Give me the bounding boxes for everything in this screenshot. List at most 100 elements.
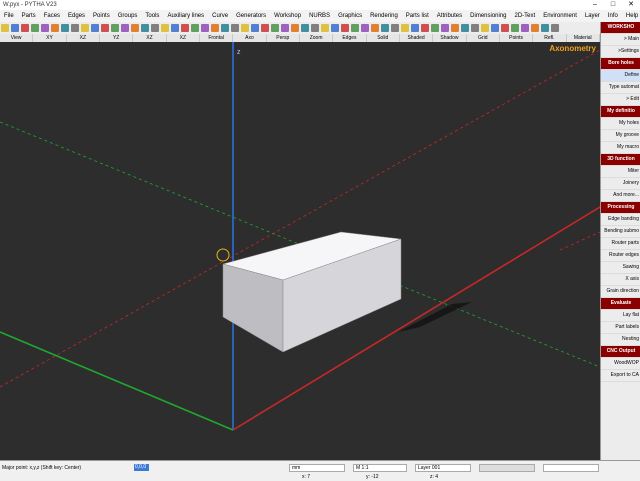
- toolbar-tool-icon[interactable]: [21, 24, 29, 32]
- menu-help[interactable]: Help: [622, 13, 640, 19]
- sidebar-item[interactable]: Lay flat: [601, 310, 640, 322]
- menu-environment[interactable]: Environment: [539, 13, 581, 19]
- menu-faces[interactable]: Faces: [40, 13, 64, 19]
- view-button-xz[interactable]: XZ: [133, 34, 167, 42]
- toolbar-tool-icon[interactable]: [531, 24, 539, 32]
- menu-rendering[interactable]: Rendering: [366, 13, 402, 19]
- toolbar-tool-icon[interactable]: [271, 24, 279, 32]
- sidebar-item[interactable]: Bending submo: [601, 226, 640, 238]
- toolbar-tool-icon[interactable]: [161, 24, 169, 32]
- menu-workshop[interactable]: Workshop: [270, 13, 305, 19]
- sidebar-item[interactable]: My groove: [601, 130, 640, 142]
- sidebar-item[interactable]: Export to CA: [601, 370, 640, 382]
- toolbar-tool-icon[interactable]: [471, 24, 479, 32]
- sidebar-item[interactable]: Edge banding: [601, 214, 640, 226]
- menu-points[interactable]: Points: [89, 13, 114, 19]
- toolbar-tool-icon[interactable]: [31, 24, 39, 32]
- sidebar-item[interactable]: Part labels: [601, 322, 640, 334]
- sidebar-item[interactable]: >Settings: [601, 46, 640, 58]
- menu-edges[interactable]: Edges: [64, 13, 89, 19]
- toolbar-tool-icon[interactable]: [521, 24, 529, 32]
- toolbar-tool-icon[interactable]: [11, 24, 19, 32]
- toolbar-tool-icon[interactable]: [461, 24, 469, 32]
- toolbar-tool-icon[interactable]: [1, 24, 9, 32]
- view-button-material[interactable]: Material: [567, 34, 600, 42]
- scale-field[interactable]: M 1:1: [353, 463, 407, 472]
- menu-auxiliary-lines[interactable]: Auxiliary lines: [163, 13, 208, 19]
- sidebar-item[interactable]: Miter: [601, 166, 640, 178]
- menu-layer[interactable]: Layer: [581, 13, 604, 19]
- toolbar-tool-icon[interactable]: [501, 24, 509, 32]
- toolbar-tool-icon[interactable]: [251, 24, 259, 32]
- toolbar-tool-icon[interactable]: [241, 24, 249, 32]
- view-button-points[interactable]: Points: [500, 34, 534, 42]
- menu-parts[interactable]: Parts: [18, 13, 40, 19]
- view-button-frontal[interactable]: Frontal: [200, 34, 234, 42]
- line-style-field[interactable]: [543, 463, 599, 472]
- view-button-solid[interactable]: Solid: [367, 34, 400, 42]
- menu-nurbs[interactable]: NURBS: [305, 13, 334, 19]
- toolbar-tool-icon[interactable]: [341, 24, 349, 32]
- toolbar-tool-icon[interactable]: [301, 24, 309, 32]
- menu-file[interactable]: File: [0, 13, 18, 19]
- sidebar-item[interactable]: Joinery: [601, 178, 640, 190]
- toolbar-tool-icon[interactable]: [201, 24, 209, 32]
- toolbar-tool-icon[interactable]: [541, 24, 549, 32]
- toolbar-tool-icon[interactable]: [211, 24, 219, 32]
- toolbar-tool-icon[interactable]: [421, 24, 429, 32]
- sidebar-item[interactable]: > Main: [601, 34, 640, 46]
- coordinate-input[interactable]: 0,0,0: [134, 464, 149, 471]
- close-icon[interactable]: ✕: [622, 0, 640, 10]
- toolbar-tool-icon[interactable]: [41, 24, 49, 32]
- view-button-xz[interactable]: XZ: [167, 34, 200, 42]
- menu-curve[interactable]: Curve: [208, 13, 232, 19]
- toolbar-tool-icon[interactable]: [291, 24, 299, 32]
- 3d-viewport[interactable]: z Axonometry: [0, 42, 600, 460]
- sidebar-item[interactable]: Router parts: [601, 238, 640, 250]
- menu-2d-text[interactable]: 2D-Text: [511, 13, 540, 19]
- view-button-shadow[interactable]: Shadow: [433, 34, 467, 42]
- unit-field[interactable]: mm: [289, 463, 345, 472]
- sidebar-item[interactable]: And more...: [601, 190, 640, 202]
- toolbar-tool-icon[interactable]: [61, 24, 69, 32]
- menu-attributes[interactable]: Attributes: [433, 13, 466, 19]
- toolbar-tool-icon[interactable]: [261, 24, 269, 32]
- toolbar-tool-icon[interactable]: [151, 24, 159, 32]
- menu-generators[interactable]: Generators: [232, 13, 270, 19]
- toolbar-tool-icon[interactable]: [191, 24, 199, 32]
- sidebar-item[interactable]: Grain direction: [601, 286, 640, 298]
- toolbar-tool-icon[interactable]: [451, 24, 459, 32]
- sidebar-item[interactable]: > Edit: [601, 94, 640, 106]
- menu-groups[interactable]: Groups: [114, 13, 142, 19]
- toolbar-tool-icon[interactable]: [121, 24, 129, 32]
- toolbar-tool-icon[interactable]: [441, 24, 449, 32]
- layer-field[interactable]: Layer 001: [415, 463, 471, 472]
- toolbar-tool-icon[interactable]: [481, 24, 489, 32]
- menu-dimensioning[interactable]: Dimensioning: [466, 13, 510, 19]
- sidebar-item[interactable]: Nesting: [601, 334, 640, 346]
- toolbar-tool-icon[interactable]: [371, 24, 379, 32]
- toolbar-tool-icon[interactable]: [181, 24, 189, 32]
- toolbar-tool-icon[interactable]: [281, 24, 289, 32]
- toolbar-tool-icon[interactable]: [431, 24, 439, 32]
- toolbar-tool-icon[interactable]: [511, 24, 519, 32]
- toolbar-tool-icon[interactable]: [331, 24, 339, 32]
- toolbar-tool-icon[interactable]: [351, 24, 359, 32]
- view-button-shaded[interactable]: Shaded: [400, 34, 434, 42]
- view-button-grid[interactable]: Grid: [467, 34, 500, 42]
- toolbar-tool-icon[interactable]: [51, 24, 59, 32]
- view-button-yz[interactable]: YZ: [100, 34, 134, 42]
- view-button-zoom[interactable]: Zoom: [300, 34, 334, 42]
- menu-tools[interactable]: Tools: [141, 13, 163, 19]
- sidebar-item[interactable]: My holes: [601, 118, 640, 130]
- view-button-xz[interactable]: XZ: [67, 34, 100, 42]
- toolbar-tool-icon[interactable]: [491, 24, 499, 32]
- toolbar-tool-icon[interactable]: [401, 24, 409, 32]
- toolbar-tool-icon[interactable]: [551, 24, 559, 32]
- toolbar-tool-icon[interactable]: [381, 24, 389, 32]
- toolbar-tool-icon[interactable]: [391, 24, 399, 32]
- view-button-persp[interactable]: Persp: [267, 34, 300, 42]
- view-button-refl-[interactable]: Refl.: [533, 34, 567, 42]
- toolbar-tool-icon[interactable]: [71, 24, 79, 32]
- layer-color-field[interactable]: [479, 463, 535, 472]
